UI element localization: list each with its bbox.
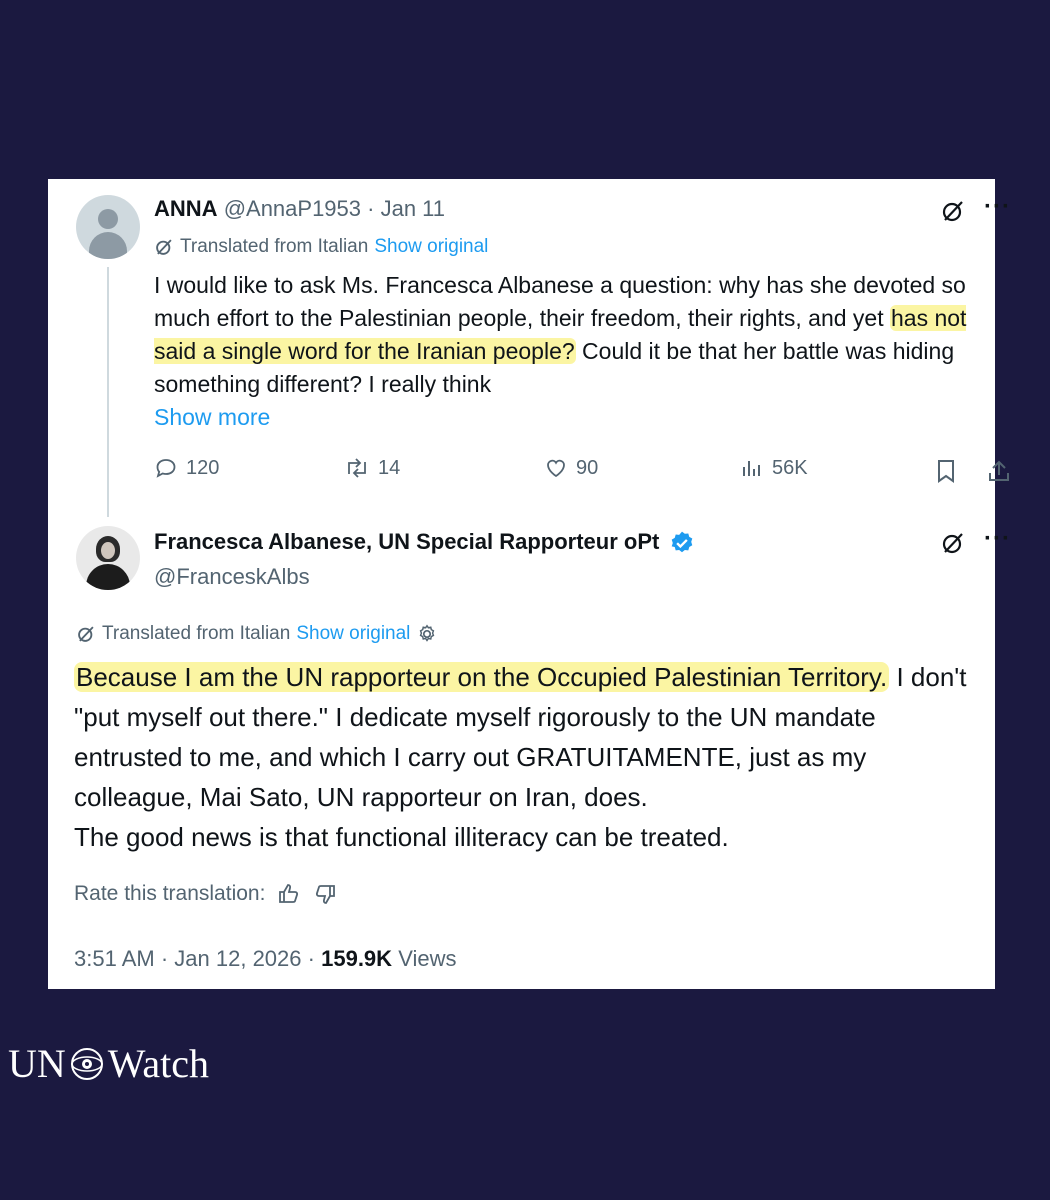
thumbs-down-icon[interactable] [313, 882, 337, 906]
translated-label: Translated from Italian [180, 236, 369, 257]
tweet2-author-name[interactable]: Francesca Albanese, UN Special Rapporteu… [154, 529, 659, 554]
un-emblem-icon [70, 1047, 103, 1080]
tweet-thread-card: ANNA @AnnaP1953 · Jan 11 ··· Translated … [48, 179, 1010, 989]
translated-label: Translated from Italian [102, 623, 291, 644]
heart-icon [547, 459, 565, 478]
logo-text-left: UN [8, 1041, 66, 1086]
show-original-link[interactable]: Show original [296, 623, 410, 645]
like-button[interactable]: 90 [544, 456, 598, 480]
tweet1-text: I would like to ask Ms. Francesca Albane… [154, 269, 984, 434]
show-original-link[interactable]: Show original [374, 236, 488, 258]
logo-text-right: Watch [107, 1041, 209, 1086]
verified-badge-icon[interactable] [669, 530, 695, 556]
tweet2-author-row: Francesca Albanese, UN Special Rapporteu… [154, 529, 695, 556]
tweet1-header: ANNA @AnnaP1953 · Jan 11 [154, 196, 445, 222]
thread-connector-line [107, 267, 109, 517]
tweet2-text-line2: The good news is that functional illiter… [74, 822, 729, 852]
tweet1-action-bar: 120 14 90 56K [154, 456, 1014, 490]
tweet2-meta: 3:51 AM · Jan 12, 2026 · 159.9K Views [74, 946, 456, 972]
like-count: 90 [576, 456, 599, 479]
translate-icon [156, 239, 172, 255]
more-options-icon[interactable]: ··· [984, 525, 1011, 553]
views-button[interactable]: 56K [740, 456, 808, 480]
translate-icon [78, 626, 94, 642]
tweet2-text: Because I am the UN rapporteur on the Oc… [74, 657, 984, 857]
tweet2-text-highlight: Because I am the UN rapporteur on the Oc… [74, 662, 890, 692]
show-more-link[interactable]: Show more [154, 401, 984, 434]
thumbs-up-icon[interactable] [277, 882, 301, 906]
tweet1-text-part1: I would like to ask Ms. Francesca Albane… [154, 272, 966, 331]
rate-translation-label: Rate this translation: [74, 882, 266, 905]
settings-gear-icon[interactable] [416, 623, 438, 645]
reply-icon [156, 459, 176, 478]
avatar-anna[interactable] [76, 195, 140, 259]
grok-icon[interactable] [940, 530, 966, 556]
view-count: 56K [772, 456, 808, 479]
repost-icon [348, 458, 366, 478]
separator: · [160, 946, 169, 971]
tweet1-author-name[interactable]: ANNA [154, 196, 218, 221]
views-chart-icon [743, 461, 760, 476]
un-watch-logo: UN Watch [8, 1040, 209, 1087]
tweet2-translation-row: Translated from Italian Show original [76, 623, 438, 645]
avatar-francesca-albanese[interactable] [76, 526, 140, 590]
reply-count: 120 [186, 456, 220, 479]
more-options-icon[interactable]: ··· [984, 193, 1011, 221]
repost-button[interactable]: 14 [344, 456, 400, 480]
share-icon[interactable] [986, 458, 1012, 484]
grok-icon[interactable] [940, 198, 966, 224]
repost-count: 14 [378, 456, 401, 479]
tweet1-handle[interactable]: @AnnaP1953 [224, 196, 361, 221]
tweet2-views-label: Views [398, 946, 457, 971]
tweet2-time[interactable]: 3:51 AM [74, 946, 155, 971]
rate-translation-row: Rate this translation: [74, 882, 337, 906]
tweet1-translation-row: Translated from Italian Show original [154, 236, 488, 258]
separator: · [367, 196, 375, 221]
separator: · [307, 946, 315, 971]
reply-button[interactable]: 120 [154, 456, 219, 480]
tweet2-handle[interactable]: @FranceskAlbs [154, 564, 310, 590]
tweet2-date[interactable]: Jan 12, 2026 [174, 946, 301, 971]
tweet2-views-count: 159.9K [321, 946, 393, 971]
bookmark-icon[interactable] [934, 458, 958, 484]
tweet1-date[interactable]: Jan 11 [381, 196, 445, 221]
